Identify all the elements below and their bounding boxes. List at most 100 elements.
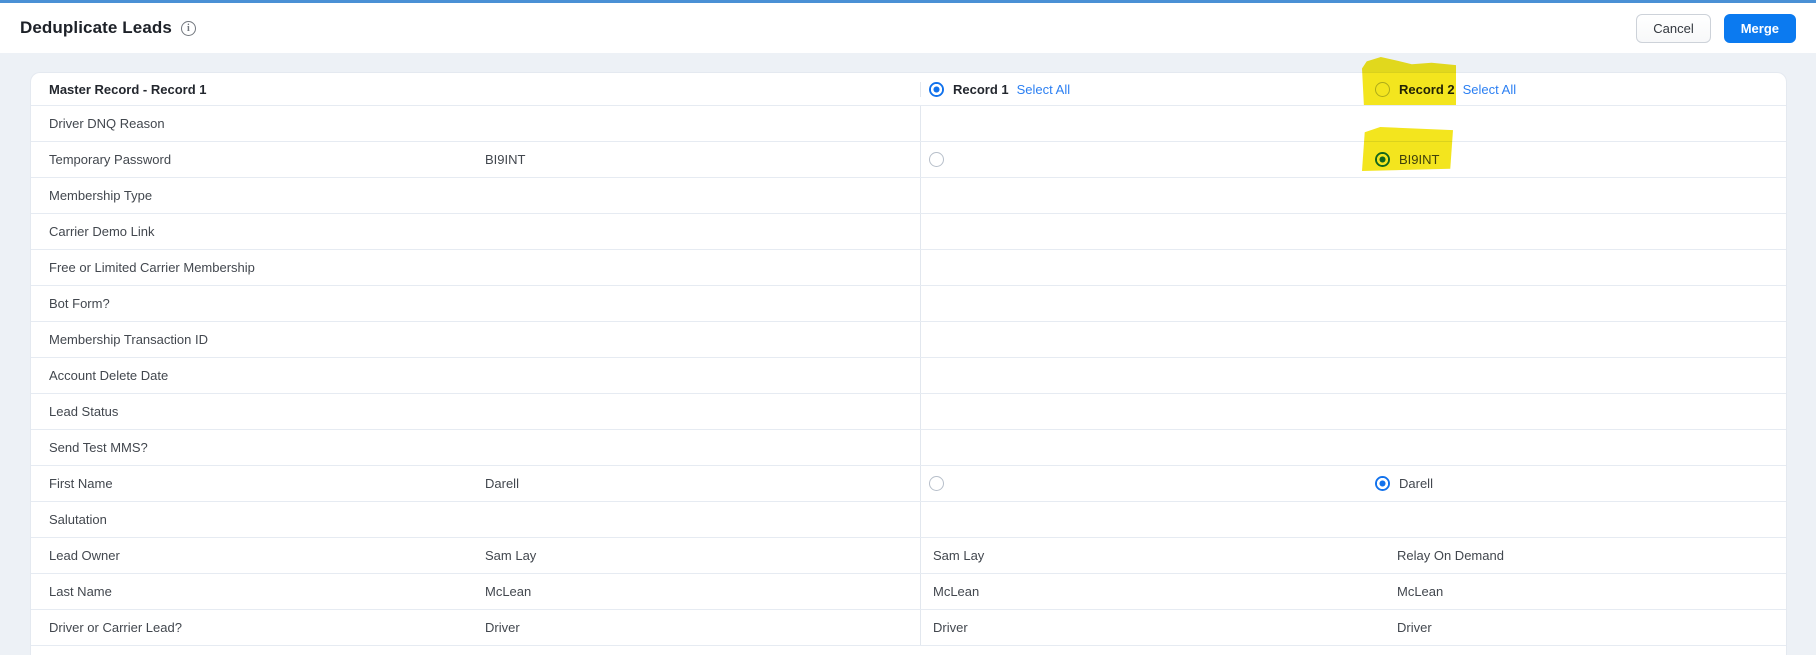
field-label-cell: Account Delete Date	[31, 358, 485, 393]
table-row: Salutation	[31, 502, 1786, 538]
field-label-cell: First Name	[31, 466, 485, 501]
field-label-cell: Bot Form?	[31, 286, 485, 321]
record2-cell	[1375, 430, 1786, 465]
field-label: Temporary Password	[49, 152, 172, 167]
record2-cell: Darell	[1375, 466, 1786, 501]
record2-cell	[1375, 358, 1786, 393]
record1-cell: McLean	[920, 574, 1375, 609]
field-label-cell: Salutation	[31, 502, 485, 537]
master-value: Sam Lay	[485, 548, 537, 563]
record1-cell	[920, 178, 1375, 213]
master-value-cell: McLean	[485, 574, 920, 609]
master-value: McLean	[485, 584, 532, 599]
table-row: Driver or Carrier Lead? Driver Driver Dr…	[31, 610, 1786, 646]
field-label: Lead Owner	[49, 548, 120, 563]
record1-radio[interactable]	[929, 476, 944, 491]
table-row: Send Test MMS?	[31, 430, 1786, 466]
record1-radio[interactable]	[929, 152, 944, 167]
title-wrap: Deduplicate Leads i	[20, 18, 196, 38]
record2-cell	[1375, 502, 1786, 537]
master-value-cell	[485, 178, 920, 213]
record2-cell: McLean	[1375, 574, 1786, 609]
field-label: Bot Form?	[49, 296, 110, 311]
master-value: BI9INT	[485, 152, 526, 167]
record1-header: Record 1 Select All	[920, 81, 1375, 97]
table-row: Lead Owner Sam Lay Sam Lay Relay On Dema…	[31, 538, 1786, 574]
master-value-cell	[485, 322, 920, 357]
record2-value: Darell	[1399, 476, 1433, 491]
record1-value: Sam Lay	[933, 548, 985, 563]
table-row: Carrier Demo Link	[31, 214, 1786, 250]
field-label: First Name	[49, 476, 113, 491]
master-value-cell	[485, 394, 920, 429]
record1-select-all-radio[interactable]	[929, 81, 944, 97]
field-label: Free or Limited Carrier Membership	[49, 260, 255, 275]
record1-cell	[920, 286, 1375, 321]
master-value-cell: Sam Lay	[485, 538, 920, 573]
record2-value: Relay On Demand	[1397, 548, 1504, 563]
field-label-cell: Membership Transaction ID	[31, 322, 485, 357]
table-row: Membership Type	[31, 178, 1786, 214]
table-row: Bot Form?	[31, 286, 1786, 322]
master-value-cell	[485, 286, 920, 321]
master-value-cell	[485, 250, 920, 285]
field-label-cell: Lead Owner	[31, 538, 485, 573]
field-label: Carrier Demo Link	[49, 224, 155, 239]
record1-select-all-link[interactable]: Select All	[1017, 82, 1070, 97]
field-label: Account Delete Date	[49, 368, 169, 383]
record2-cell	[1375, 214, 1786, 249]
master-value: Driver	[485, 620, 520, 635]
field-label: Driver DNQ Reason	[49, 116, 165, 131]
record2-value: McLean	[1397, 584, 1444, 599]
table-row: Account Delete Date	[31, 358, 1786, 394]
field-label-cell: Free or Limited Carrier Membership	[31, 250, 485, 285]
table-row: Driver DNQ Reason	[31, 106, 1786, 142]
table-body: Driver DNQ Reason Temporary Password BI9…	[31, 106, 1786, 646]
cancel-button[interactable]: Cancel	[1636, 13, 1711, 43]
table-row: Last Name McLean McLean McLean	[31, 574, 1786, 610]
record2-cell	[1375, 394, 1786, 429]
merge-button[interactable]: Merge	[1723, 13, 1796, 43]
record2-cell: BI9INT	[1375, 142, 1786, 177]
record2-select-all-link[interactable]: Select All	[1463, 82, 1516, 97]
record2-cell	[1375, 250, 1786, 285]
record1-cell: Sam Lay	[920, 538, 1375, 573]
record2-select-all-radio[interactable]	[1375, 81, 1390, 97]
record2-cell	[1375, 322, 1786, 357]
record1-cell	[920, 106, 1375, 141]
header-actions: Cancel Merge	[1636, 13, 1796, 43]
record2-value: BI9INT	[1399, 152, 1440, 167]
info-icon[interactable]: i	[180, 20, 196, 36]
master-value-cell: Driver	[485, 610, 920, 645]
field-label-cell: Last Name	[31, 574, 485, 609]
record2-radio[interactable]	[1375, 152, 1390, 167]
field-label-cell: Membership Type	[31, 178, 485, 213]
field-label-cell: Driver or Carrier Lead?	[31, 610, 485, 645]
field-label-cell: Carrier Demo Link	[31, 214, 485, 249]
record1-cell	[920, 250, 1375, 285]
record1-cell	[920, 430, 1375, 465]
record1-cell	[920, 214, 1375, 249]
page-title: Deduplicate Leads	[20, 18, 172, 37]
field-label: Salutation	[49, 512, 107, 527]
master-value-cell	[485, 430, 920, 465]
record1-cell	[920, 322, 1375, 357]
master-value: Darell	[485, 476, 519, 491]
record1-cell	[920, 394, 1375, 429]
deduplicate-table: Master Record - Record 1 Record 1 Select…	[30, 72, 1787, 655]
record2-cell	[1375, 286, 1786, 321]
master-value-cell	[485, 502, 920, 537]
record2-radio[interactable]	[1375, 476, 1390, 491]
record2-cell	[1375, 106, 1786, 141]
field-label-cell: Lead Status	[31, 394, 485, 429]
record2-header-label: Record 2	[1399, 81, 1455, 97]
field-label: Send Test MMS?	[49, 440, 148, 455]
record1-cell	[920, 466, 1375, 501]
page-header: Deduplicate Leads i Cancel Merge	[0, 3, 1816, 53]
table-row: Temporary Password BI9INT BI9INT	[31, 142, 1786, 178]
content-area: Master Record - Record 1 Record 1 Select…	[0, 53, 1816, 655]
record1-cell: Driver	[920, 610, 1375, 645]
table-header-row: Master Record - Record 1 Record 1 Select…	[31, 73, 1786, 106]
field-label: Last Name	[49, 584, 112, 599]
field-label: Lead Status	[49, 404, 119, 419]
